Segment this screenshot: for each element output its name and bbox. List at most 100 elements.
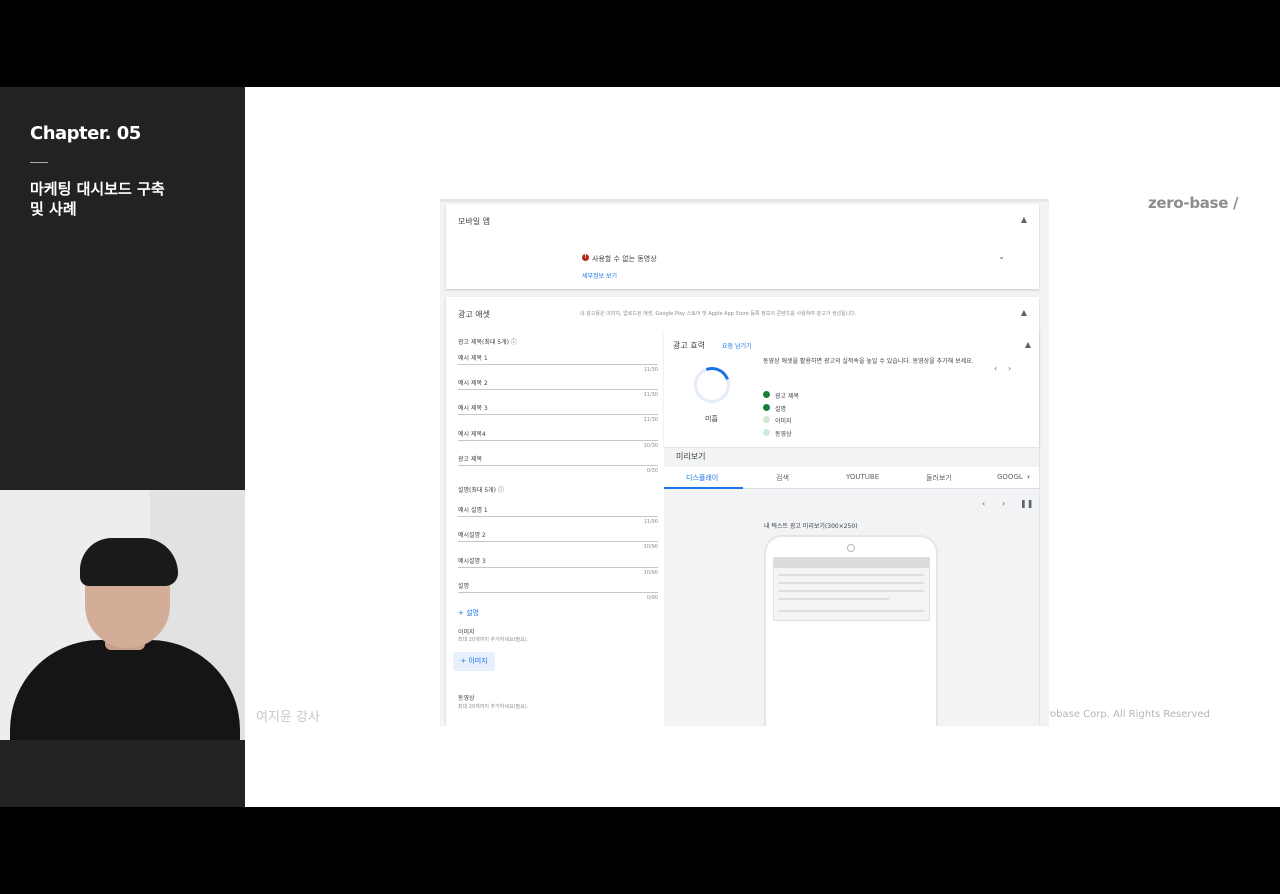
tab-youtube[interactable]: YOUTUBE (846, 473, 879, 481)
lesson-title-line1: 마케팅 대시보드 구축 (30, 180, 165, 198)
asset-fields-column: 광고 제목(최대 5개) ⓘ 예시 제목 1 11/30 예시 제목 2 11/30… (446, 331, 663, 726)
field-underline (458, 592, 658, 593)
collapse-chevron-icon[interactable]: ▲ (1021, 215, 1027, 224)
tab-gmail[interactable]: GOOGL (997, 473, 1023, 481)
field-underline (458, 440, 658, 441)
check-label: 이미지 (775, 418, 792, 425)
descriptions-label-text: 설명(최대 5개) (458, 487, 497, 494)
headline-field[interactable]: 예시 제목4 10/30 (458, 426, 658, 451)
lecture-sidebar: Chapter. 05 마케팅 대시보드 구축 및 사례 (0, 87, 245, 807)
field-underline (458, 414, 658, 415)
screenshot-edge (949, 199, 1049, 202)
headline-field[interactable]: 광고 제목 0/30 (458, 451, 658, 476)
brand-logo: zero-base / (1148, 194, 1239, 212)
preview-caption: 내 텍스트 광고 미리보기(300×250) (764, 523, 858, 530)
check-dot (763, 429, 770, 436)
preview-title: 미리보기 (676, 452, 706, 461)
phone-search-bar (774, 558, 929, 568)
strength-rating: 미흡 (705, 415, 718, 423)
copyright-text: erobase Corp. All Rights Reserved (1040, 709, 1210, 720)
presenter-hair (80, 538, 178, 586)
lecture-slide: Chapter. 05 마케팅 대시보드 구축 및 사례 여지윤 강사 zero… (0, 87, 1280, 807)
google-ads-screenshot: 모바일 앱 ▲ ! 사용할 수 없는 동영상 ⌄ 세부정보 보기 광고 애셋 내… (440, 199, 1049, 726)
preview-panel: 미리보기 디스플레이 검색 YOUTUBE 둘러보기 GOOGL › ‹ › ❚… (664, 449, 1039, 726)
headlines-label-text: 광고 제목(최대 5개) (458, 339, 509, 346)
description-field[interactable]: 설명 0/90 (458, 578, 658, 603)
tab-display[interactable]: 디스플레이 (686, 473, 718, 483)
ad-assets-title: 광고 애셋 (458, 310, 490, 319)
divider (30, 162, 48, 163)
description-field[interactable]: 예시설명 3 10/90 (458, 553, 658, 578)
next-preview-icon[interactable]: › (1002, 499, 1005, 508)
ad-strength-panel: 광고 효력 요점 남기기 ▲ 미흡 동영상 애셋을 활용하면 광고의 실적속을 … (664, 331, 1039, 447)
next-tip-icon[interactable]: › (1008, 364, 1011, 373)
phone-camera (847, 544, 855, 552)
add-image-button[interactable]: + 이미지 (453, 652, 495, 671)
headline-field[interactable]: 예시 제목 1 11/30 (458, 350, 658, 375)
char-count: 11/30 (643, 392, 658, 398)
error-text: 사용할 수 없는 동영상 (592, 255, 657, 263)
help-icon[interactable]: ⓘ (498, 487, 504, 494)
mobile-app-card: 모바일 앱 ▲ ! 사용할 수 없는 동영상 ⌄ 세부정보 보기 (446, 204, 1039, 289)
preview-tabs: 디스플레이 검색 YOUTUBE 둘러보기 GOOGL › (664, 467, 1039, 489)
description-field[interactable]: 예시설명 2 10/90 (458, 527, 658, 552)
tabs-next-icon[interactable]: › (1027, 473, 1030, 481)
description-field[interactable]: 예시 설명 1 11/90 (458, 502, 658, 527)
sidebar-footer (0, 740, 245, 807)
videos-label: 동영상 (458, 695, 475, 702)
placeholder-line (779, 582, 924, 584)
strength-gauge-arc (688, 361, 736, 409)
ad-assets-description: 내 광고용은 이미지, 업로드된 애셋, Google Play 스토어 및 A… (580, 311, 857, 317)
collapse-chevron-icon[interactable]: ▲ (1021, 308, 1027, 317)
strength-preview-column: 광고 효력 요점 남기기 ▲ 미흡 동영상 애셋을 활용하면 광고의 실적속을 … (664, 331, 1039, 726)
headline-field[interactable]: 예시 제목 3 11/30 (458, 400, 658, 425)
active-tab-indicator (664, 487, 743, 489)
descriptions-label: 설명(최대 5개) ⓘ (458, 485, 504, 494)
char-count: 11/90 (643, 519, 658, 525)
check-label: 광고 제목 (775, 393, 799, 400)
phone-mockup (764, 535, 938, 726)
expand-chevron-icon[interactable]: ⌄ (998, 252, 1005, 261)
headlines-label: 광고 제목(최대 5개) ⓘ (458, 337, 517, 346)
field-value: 예시 설명 1 (458, 507, 488, 514)
placeholder-line (779, 598, 889, 600)
placeholder-line (779, 574, 924, 576)
chapter-title: Chapter. 05 (30, 123, 141, 144)
field-value: 예시설명 3 (458, 558, 486, 565)
help-icon[interactable]: ⓘ (511, 339, 517, 346)
ad-strength-title: 광고 효력 (673, 341, 705, 350)
placeholder-line (779, 590, 924, 592)
images-hint: 최대 20개까지 추가하세요(필요). (458, 637, 529, 643)
hide-link[interactable]: 요점 남기기 (722, 341, 752, 350)
char-count: 11/30 (643, 417, 658, 423)
field-underline (458, 364, 658, 365)
instructor-name: 여지윤 강사 (256, 710, 320, 725)
phone-screen (773, 557, 930, 621)
field-placeholder: 설명 (458, 583, 470, 590)
tab-search[interactable]: 검색 (776, 473, 789, 483)
prev-preview-icon[interactable]: ‹ (982, 499, 985, 508)
details-link[interactable]: 세부정보 보기 (582, 271, 617, 280)
ad-assets-card: 광고 애셋 내 광고용은 이미지, 업로드된 애셋, Google Play 스… (446, 297, 1039, 726)
field-value: 예시설명 2 (458, 532, 486, 539)
headline-field[interactable]: 예시 제목 2 11/30 (458, 375, 658, 400)
strength-tip: 동영상 애셋을 활용하면 광고의 실적속을 높일 수 있습니다. 동영상을 추가… (763, 358, 974, 365)
prev-tip-icon[interactable]: ‹ (994, 364, 997, 373)
char-count: 10/90 (643, 544, 658, 550)
error-icon: ! (582, 254, 589, 261)
field-value: 예시 제목 3 (458, 405, 488, 412)
pause-icon[interactable]: ❚❚ (1020, 499, 1033, 508)
webcam-feed (0, 490, 245, 740)
add-description-button[interactable]: + 설명 (458, 608, 479, 618)
field-value: 예시 제목4 (458, 431, 486, 438)
check-label: 동영상 (775, 431, 792, 438)
field-underline (458, 389, 658, 390)
char-count: 0/90 (646, 595, 658, 601)
field-underline (458, 465, 658, 466)
tab-discover[interactable]: 둘러보기 (926, 473, 952, 483)
collapse-chevron-icon[interactable]: ▲ (1025, 340, 1031, 349)
field-underline (458, 541, 658, 542)
check-dot (763, 404, 770, 411)
mobile-app-title: 모바일 앱 (458, 217, 490, 226)
field-underline (458, 516, 658, 517)
